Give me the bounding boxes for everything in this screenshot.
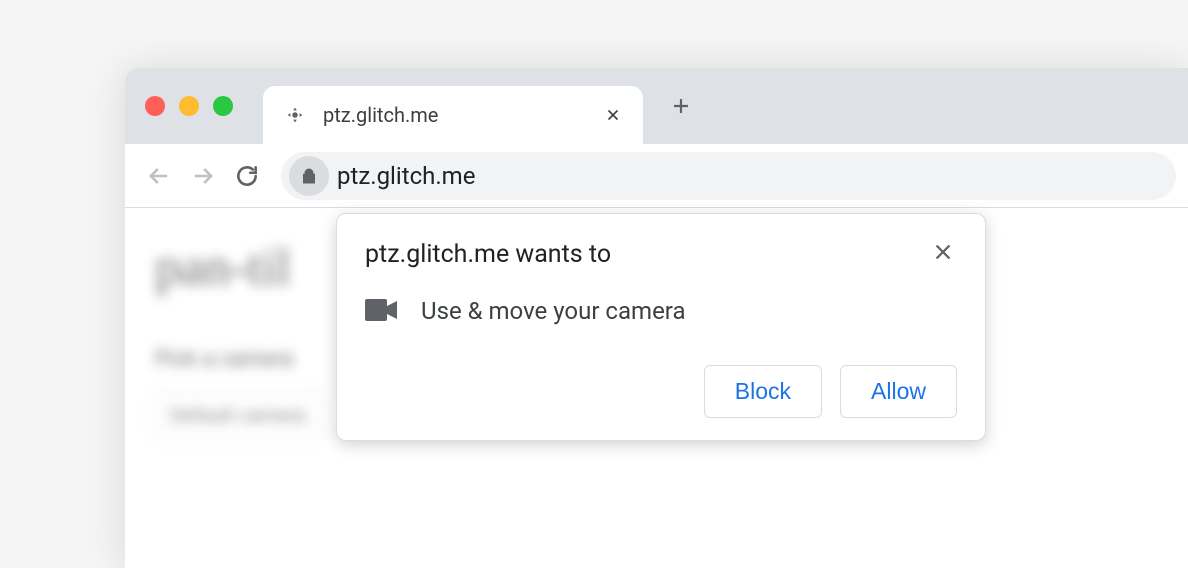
back-button[interactable] <box>137 154 181 198</box>
close-window-button[interactable] <box>145 96 165 116</box>
tab-title: ptz.glitch.me <box>323 103 603 127</box>
camera-select[interactable]: Default camera <box>155 392 321 438</box>
camera-icon <box>365 299 397 323</box>
url-text: ptz.glitch.me <box>337 162 475 190</box>
block-button[interactable]: Block <box>704 365 822 418</box>
lock-icon <box>300 166 318 186</box>
tab-strip: ptz.glitch.me <box>125 68 1188 144</box>
site-info-button[interactable] <box>289 156 329 196</box>
reload-button[interactable] <box>225 154 269 198</box>
maximize-window-button[interactable] <box>213 96 233 116</box>
move-icon <box>283 103 307 127</box>
prompt-title: ptz.glitch.me wants to <box>365 240 611 269</box>
close-tab-button[interactable] <box>603 105 623 125</box>
prompt-permission-text: Use & move your camera <box>421 297 686 325</box>
address-bar[interactable]: ptz.glitch.me <box>281 152 1176 200</box>
new-tab-button[interactable] <box>663 88 699 124</box>
permission-prompt: ptz.glitch.me wants to Use & move your c… <box>336 213 986 441</box>
window-controls <box>145 96 233 116</box>
allow-button[interactable]: Allow <box>840 365 957 418</box>
forward-button[interactable] <box>181 154 225 198</box>
toolbar: ptz.glitch.me <box>125 144 1188 208</box>
minimize-window-button[interactable] <box>179 96 199 116</box>
close-prompt-button[interactable] <box>929 238 957 266</box>
browser-tab[interactable]: ptz.glitch.me <box>263 86 643 144</box>
